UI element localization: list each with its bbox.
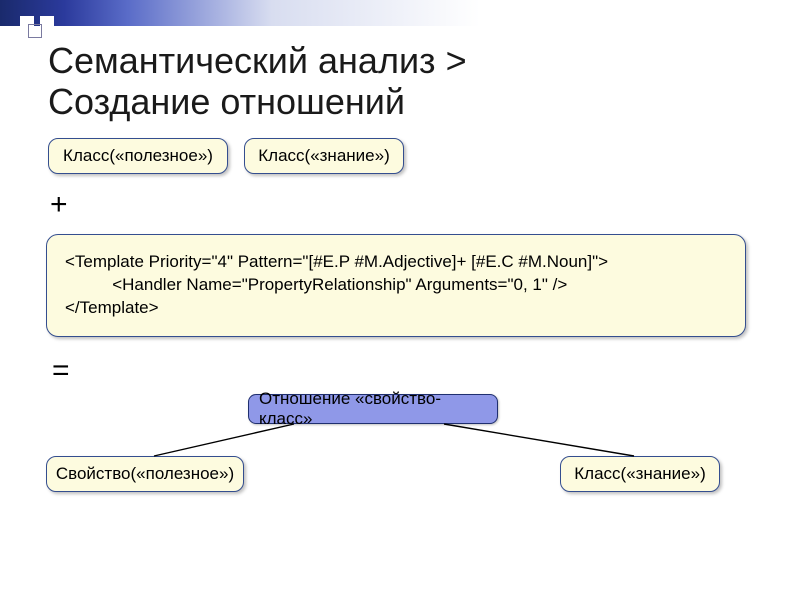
header-square-icon [40,16,54,30]
title-line-2: Создание отношений [48,81,405,122]
node-label: Класс(«знание») [258,146,389,166]
diagram-stage: Класс(«полезное») Класс(«знание») + <Tem… [44,138,756,568]
operator-equals: = [52,354,70,388]
title-line-1: Семантический анализ > [48,40,467,81]
node-class-useful: Класс(«полезное») [48,138,228,174]
operator-plus: + [50,188,68,222]
node-label: Класс(«полезное») [63,146,213,166]
node-label: Класс(«знание») [574,464,705,484]
node-class-knowledge-2: Класс(«знание») [560,456,720,492]
page-title: Семантический анализ > Создание отношени… [48,40,770,123]
header-square-outline-icon [28,24,42,38]
connector-lines [44,138,756,568]
decorative-header-bar [0,0,800,26]
node-relation: Отношение «свойство-класс» [248,394,498,424]
code-line: </Template> [65,298,159,317]
code-line: <Template Priority="4" Pattern="[#E.P #M… [65,252,608,271]
node-template-code: <Template Priority="4" Pattern="[#E.P #M… [46,234,746,337]
node-label: Свойство(«полезное») [56,464,234,484]
node-class-knowledge: Класс(«знание») [244,138,404,174]
code-line: <Handler Name="PropertyRelationship" Arg… [65,275,567,294]
node-label: Отношение «свойство-класс» [259,389,487,429]
node-property-useful: Свойство(«полезное») [46,456,244,492]
